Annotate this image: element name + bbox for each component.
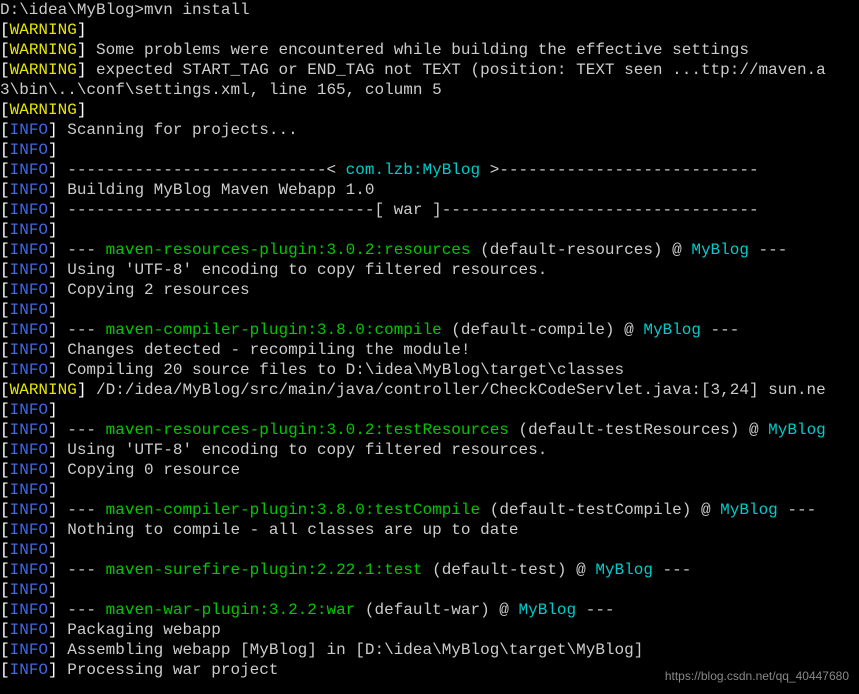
log-line: [INFO] --------------------------------[…	[0, 200, 859, 220]
project-name: MyBlog	[643, 321, 701, 339]
log-level-tag: [INFO]	[0, 561, 58, 579]
log-level-tag: [INFO]	[0, 221, 58, 239]
log-level-tag: [INFO]	[0, 301, 58, 319]
plugin-name: maven-war-plugin:3.2.2:war	[106, 601, 356, 619]
log-lines: [WARNING][WARNING] Some problems were en…	[0, 20, 859, 680]
project-name: MyBlog	[691, 241, 749, 259]
log-level-tag: [INFO]	[0, 281, 58, 299]
log-level-tag: [INFO]	[0, 121, 58, 139]
project-name: MyBlog	[768, 421, 826, 439]
log-line: [INFO] Assembling webapp [MyBlog] in [D:…	[0, 640, 859, 660]
log-line: [INFO] Copying 2 resources	[0, 280, 859, 300]
log-level-tag: [INFO]	[0, 341, 58, 359]
plugin-name: maven-resources-plugin:3.0.2:testResourc…	[106, 421, 509, 439]
log-level-tag: [INFO]	[0, 601, 58, 619]
log-line: [INFO] Changes detected - recompiling th…	[0, 340, 859, 360]
log-level-tag: [INFO]	[0, 261, 58, 279]
log-line: [INFO]	[0, 140, 859, 160]
project-coordinate: com.lzb:MyBlog	[346, 161, 480, 179]
log-level-tag: [INFO]	[0, 521, 58, 539]
log-line: [INFO] --- maven-compiler-plugin:3.8.0:c…	[0, 320, 859, 340]
log-line: [INFO]	[0, 400, 859, 420]
log-level-tag: [INFO]	[0, 361, 58, 379]
log-level-tag: [INFO]	[0, 541, 58, 559]
log-level-tag: [INFO]	[0, 501, 58, 519]
project-name: MyBlog	[519, 601, 577, 619]
log-level-tag: [INFO]	[0, 421, 58, 439]
log-line: [INFO] --- maven-resources-plugin:3.0.2:…	[0, 420, 859, 440]
log-level-tag: [WARNING]	[0, 101, 86, 119]
command-prompt: D:\idea\MyBlog>mvn install	[0, 0, 859, 20]
log-line: [INFO] Copying 0 resource	[0, 460, 859, 480]
log-level-tag: [WARNING]	[0, 61, 86, 79]
log-line: [INFO]	[0, 580, 859, 600]
log-line: [INFO] Packaging webapp	[0, 620, 859, 640]
log-level-tag: [INFO]	[0, 481, 58, 499]
log-level-tag: [INFO]	[0, 641, 58, 659]
log-level-tag: [WARNING]	[0, 381, 86, 399]
log-level-tag: [INFO]	[0, 141, 58, 159]
log-line: [WARNING] expected START_TAG or END_TAG …	[0, 60, 859, 80]
log-line: [INFO]	[0, 220, 859, 240]
log-level-tag: [INFO]	[0, 461, 58, 479]
log-level-tag: [WARNING]	[0, 21, 86, 39]
log-line: [WARNING] Some problems were encountered…	[0, 40, 859, 60]
log-level-tag: [INFO]	[0, 441, 58, 459]
plugin-name: maven-compiler-plugin:3.8.0:testCompile	[106, 501, 480, 519]
project-name: MyBlog	[595, 561, 653, 579]
log-level-tag: [INFO]	[0, 621, 58, 639]
project-name: MyBlog	[720, 501, 778, 519]
log-line: [INFO] --- maven-war-plugin:3.2.2:war (d…	[0, 600, 859, 620]
log-level-tag: [INFO]	[0, 581, 58, 599]
log-line: [INFO] Scanning for projects...	[0, 120, 859, 140]
log-level-tag: [INFO]	[0, 321, 58, 339]
terminal-output: D:\idea\MyBlog>mvn install [WARNING][WAR…	[0, 0, 859, 694]
log-line: [INFO]	[0, 480, 859, 500]
log-line: [INFO] ---------------------------< com.…	[0, 160, 859, 180]
log-level-tag: [INFO]	[0, 661, 58, 679]
log-line: [INFO]	[0, 300, 859, 320]
log-line: [INFO] --- maven-resources-plugin:3.0.2:…	[0, 240, 859, 260]
log-level-tag: [INFO]	[0, 161, 58, 179]
log-line: [WARNING] /D:/idea/MyBlog/src/main/java/…	[0, 380, 859, 400]
log-line: 3\bin\..\conf\settings.xml, line 165, co…	[0, 80, 859, 100]
plugin-name: maven-compiler-plugin:3.8.0:compile	[106, 321, 442, 339]
log-line: [INFO] Using 'UTF-8' encoding to copy fi…	[0, 440, 859, 460]
log-line: [INFO] Building MyBlog Maven Webapp 1.0	[0, 180, 859, 200]
log-line: [INFO] --- maven-compiler-plugin:3.8.0:t…	[0, 500, 859, 520]
log-level-tag: [INFO]	[0, 201, 58, 219]
watermark: https://blog.csdn.net/qq_40447680	[665, 666, 849, 686]
log-line: [WARNING]	[0, 20, 859, 40]
log-line: [INFO] --- maven-surefire-plugin:2.22.1:…	[0, 560, 859, 580]
log-level-tag: [INFO]	[0, 181, 58, 199]
log-line: [INFO] Compiling 20 source files to D:\i…	[0, 360, 859, 380]
log-line: [INFO] Using 'UTF-8' encoding to copy fi…	[0, 260, 859, 280]
log-line: [INFO] Nothing to compile - all classes …	[0, 520, 859, 540]
plugin-name: maven-resources-plugin:3.0.2:resources	[106, 241, 471, 259]
log-line: [INFO]	[0, 540, 859, 560]
log-level-tag: [INFO]	[0, 241, 58, 259]
log-level-tag: [WARNING]	[0, 41, 86, 59]
log-level-tag: [INFO]	[0, 401, 58, 419]
plugin-name: maven-surefire-plugin:2.22.1:test	[106, 561, 423, 579]
log-line: [WARNING]	[0, 100, 859, 120]
